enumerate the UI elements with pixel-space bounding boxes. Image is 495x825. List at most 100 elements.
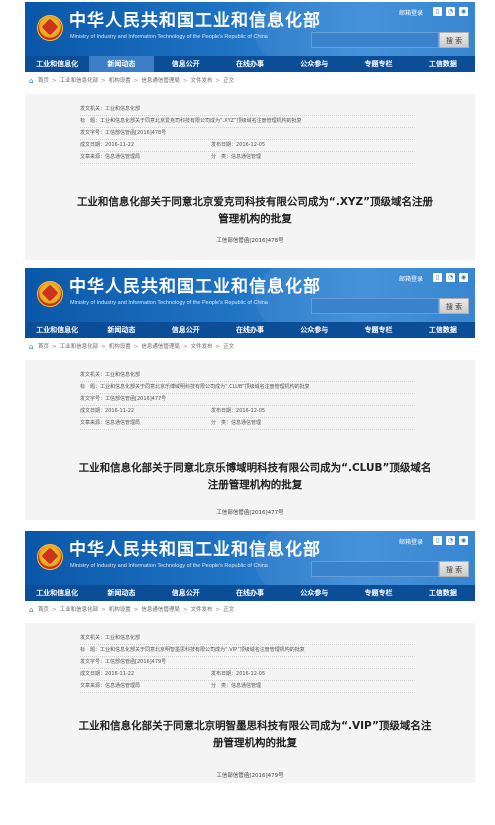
doc-title: 工业和信息化部关于同意北京乐博域明科技有限公司成为“.CLUB”顶级域名注册管理… [78,462,432,491]
meta-row-docnum: 发文字号：工信部信管函[2016]477号 [80,394,415,406]
nav-item-public[interactable]: 公众参与 [282,585,346,601]
breadcrumb-home[interactable]: 首页 [38,607,49,613]
doc-number: 工信部信管函[2016]479号 [216,773,284,779]
rss-icon[interactable]: ◔ [446,7,455,16]
weibo-icon[interactable]: ◉ [459,273,468,282]
article-content: 发文机关：工业和信息化部 标 题：工业和信息化部关于同意北京明智墨思科技有限公司… [25,623,475,783]
nav-item-data[interactable]: 工信数据 [411,322,475,338]
main-nav: 工业和信息化 新闻动态 信息公开 在线办事 公众参与 专题专栏 工信数据 [25,585,475,601]
breadcrumb-home[interactable]: 首页 [38,78,49,84]
site-subtitle: Ministry of Industry and Information Tec… [70,34,268,40]
breadcrumb-current: 正文 [223,607,235,613]
meta-label: 发文字号： [80,396,106,402]
breadcrumb-org[interactable]: 机构设置 [109,344,131,350]
mobile-icon[interactable]: ▯ [433,273,442,282]
meta-label: 发布日期： [211,671,237,677]
breadcrumb-bureau[interactable]: 信息通信管理局 [141,344,180,350]
meta-value: 2016-12-05 [236,408,266,414]
nav-item-news[interactable]: 新闻动态 [89,56,154,72]
mailbox-login-link[interactable]: 邮箱登录 [399,274,423,283]
meta-value: 工业和信息化部关于同意北京爱克司科技有限公司成为“.XYZ”顶级域名注册管理机构… [100,118,302,124]
site-title[interactable]: 中华人民共和国工业和信息化部 [69,11,321,31]
nav-item-topics[interactable]: 专题专栏 [346,56,410,72]
nav-item-data[interactable]: 工信数据 [411,585,475,601]
nav-item-online[interactable]: 在线办事 [218,585,282,601]
nav-item-topics[interactable]: 专题专栏 [346,322,410,338]
nav-item-online[interactable]: 在线办事 [218,56,282,72]
meta-row-dates: 成文日期：2016-11-22 发布日期：2016-12-05 [80,669,415,681]
meta-value: 信息通信管理 [231,420,262,426]
meta-label: 标 题： [80,384,101,390]
meta-value: 工业和信息化部 [105,106,141,112]
site-header: 中华人民共和国工业和信息化部 Ministry of Industry and … [25,268,475,322]
article-content: 发文机关：工业和信息化部 标 题：工业和信息化部关于同意北京乐博域明科技有限公司… [25,360,475,520]
meta-row-source: 文章来源：信息通信管理局 分 类：信息通信管理 [80,152,415,164]
page: 中华人民共和国工业和信息化部 Ministry of Industry and … [0,0,495,825]
home-icon[interactable]: ⌂ [29,344,36,351]
search-button[interactable]: 搜 索 [439,32,469,48]
nav-item-info[interactable]: 信息公开 [154,585,218,601]
breadcrumb-ministry[interactable]: 工业和信息化部 [60,78,99,84]
nav-item-home[interactable]: 工业和信息化 [25,585,89,601]
national-emblem-icon [37,281,63,307]
meta-value: 信息通信管理局 [105,420,141,426]
home-icon[interactable]: ⌂ [29,78,36,85]
nav-item-public[interactable]: 公众参与 [282,56,346,72]
search-button[interactable]: 搜 索 [439,298,469,314]
rss-icon[interactable]: ◔ [446,273,455,282]
meta-value: 工业和信息化部关于同意北京明智墨思科技有限公司成为“.VIP”顶级域名注册管理机… [100,647,305,653]
nav-item-home[interactable]: 工业和信息化 [25,56,89,72]
breadcrumb-org[interactable]: 机构设置 [109,607,131,613]
nav-item-online[interactable]: 在线办事 [218,322,282,338]
meta-label: 分 类： [211,154,232,160]
search-input[interactable] [311,298,439,314]
meta-value: 2016-12-05 [236,142,266,148]
meta-label: 发文机关： [80,106,106,112]
mailbox-login-link[interactable]: 邮箱登录 [399,537,423,546]
nav-item-public[interactable]: 公众参与 [282,322,346,338]
site-title[interactable]: 中华人民共和国工业和信息化部 [69,277,321,297]
nav-item-home[interactable]: 工业和信息化 [25,322,89,338]
search-button[interactable]: 搜 索 [439,561,469,577]
breadcrumb-files[interactable]: 文件发布 [191,78,213,84]
weibo-icon[interactable]: ◉ [459,536,468,545]
meta-row-source: 文章来源：信息通信管理局 分 类：信息通信管理 [80,681,415,693]
breadcrumb-org[interactable]: 机构设置 [109,78,131,84]
nav-item-news[interactable]: 新闻动态 [89,322,153,338]
mobile-icon[interactable]: ▯ [433,536,442,545]
mailbox-login-link[interactable]: 邮箱登录 [399,8,423,17]
weibo-icon[interactable]: ◉ [459,7,468,16]
meta-label: 成文日期： [80,408,106,414]
meta-value: 2016-11-22 [105,142,135,148]
breadcrumb-ministry[interactable]: 工业和信息化部 [60,344,99,350]
search-input[interactable] [311,32,439,48]
rss-icon[interactable]: ◔ [446,536,455,545]
doc-number: 工信部信管函[2016]478号 [216,238,284,244]
main-nav: 工业和信息化 新闻动态 信息公开 在线办事 公众参与 专题专栏 工信数据 [25,56,475,72]
search-input[interactable] [311,561,439,577]
site-title[interactable]: 中华人民共和国工业和信息化部 [69,540,321,560]
doc-number: 工信部信管函[2016]477号 [216,510,284,516]
doc-title: 工业和信息化部关于同意北京爱克司科技有限公司成为“.XYZ”顶级域名注册管理机构… [76,196,434,225]
breadcrumb-home[interactable]: 首页 [38,344,49,350]
meta-label: 发文机关： [80,635,106,641]
nav-item-topics[interactable]: 专题专栏 [346,585,410,601]
meta-value: 工业和信息化部 [105,635,141,641]
breadcrumb-bureau[interactable]: 信息通信管理局 [141,78,180,84]
meta-label: 分 类： [211,420,232,426]
mobile-icon[interactable]: ▯ [433,7,442,16]
breadcrumb-bureau[interactable]: 信息通信管理局 [141,607,180,613]
breadcrumb-files[interactable]: 文件发布 [191,607,213,613]
meta-label: 发文字号： [80,130,106,136]
breadcrumb-files[interactable]: 文件发布 [191,344,213,350]
home-icon[interactable]: ⌂ [29,607,36,614]
meta-row-subject: 标 题：工业和信息化部关于同意北京乐博域明科技有限公司成为“.CLUB”顶级域名… [80,382,415,394]
meta-label: 发布日期： [211,142,237,148]
nav-item-info[interactable]: 信息公开 [154,322,218,338]
breadcrumb-ministry[interactable]: 工业和信息化部 [60,607,99,613]
nav-item-news[interactable]: 新闻动态 [89,585,153,601]
meta-label: 发文机关： [80,372,106,378]
meta-value: 信息通信管理 [231,154,262,160]
nav-item-info[interactable]: 信息公开 [154,56,218,72]
nav-item-data[interactable]: 工信数据 [411,56,475,72]
